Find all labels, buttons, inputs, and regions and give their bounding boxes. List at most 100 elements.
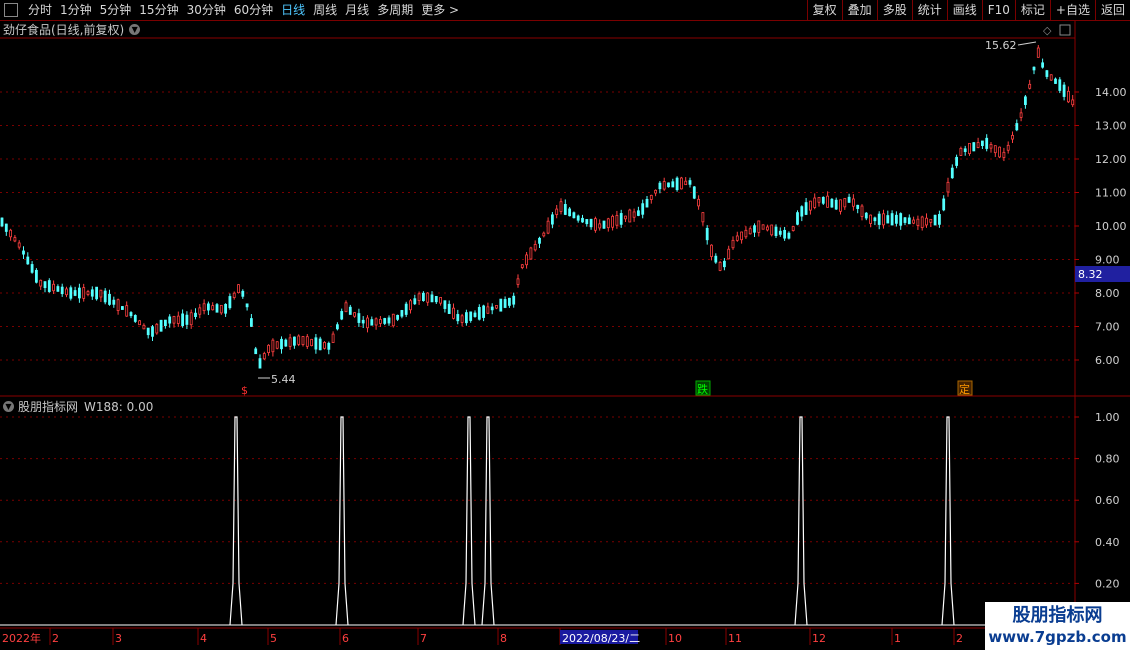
candle-body <box>1015 123 1019 131</box>
candle-body <box>159 319 163 332</box>
candle-body <box>348 306 352 315</box>
candle-body <box>30 264 34 273</box>
candle-body <box>998 146 1001 158</box>
candle-body <box>645 198 649 208</box>
toolbar-button-7[interactable]: +自选 <box>1049 0 1095 20</box>
candle-body <box>520 264 524 268</box>
candle-body <box>503 299 507 308</box>
tab-period-5[interactable]: 60分钟 <box>230 0 277 20</box>
toolbar-button-6[interactable]: 标记 <box>1014 0 1050 20</box>
indicator-tick: 0.80 <box>1095 453 1120 466</box>
tab-period-3[interactable]: 15分钟 <box>135 0 182 20</box>
toolbar-button-1[interactable]: 叠加 <box>841 0 877 20</box>
price-tick: 8.00 <box>1095 287 1120 300</box>
candle-body <box>215 304 219 313</box>
watermark-url: www.7gpzb.com <box>988 628 1127 646</box>
tab-period-1[interactable]: 1分钟 <box>56 0 96 20</box>
candle-body <box>533 244 537 251</box>
chevron-down-icon[interactable]: ▼ <box>129 24 141 35</box>
candle-body <box>770 224 774 236</box>
price-tick: 6.00 <box>1095 354 1120 367</box>
candle-body <box>766 226 769 231</box>
candle-body <box>323 342 326 349</box>
tab-period-2[interactable]: 5分钟 <box>96 0 136 20</box>
candle-body <box>555 208 559 215</box>
toolbar-button-3[interactable]: 统计 <box>911 0 947 20</box>
toolbar-button-8[interactable]: 返回 <box>1094 0 1130 20</box>
candle-body <box>860 205 864 217</box>
tab-period-0[interactable]: 分时 <box>24 0 56 20</box>
candle-body <box>920 216 924 228</box>
candle-body <box>353 312 357 317</box>
toolbar-button-2[interactable]: 多股 <box>876 0 912 20</box>
candle-body <box>942 198 946 211</box>
marker-dollar: $ <box>241 384 248 397</box>
indicator-spike <box>229 416 243 626</box>
tab-period-4[interactable]: 30分钟 <box>183 0 230 20</box>
candle-body <box>667 182 670 188</box>
window-icon[interactable] <box>4 3 18 17</box>
candle-body <box>146 327 150 336</box>
candle-body <box>464 312 468 324</box>
candle-body <box>525 254 528 266</box>
candle-body <box>78 287 81 299</box>
candle-body <box>869 214 872 224</box>
toolbar-button-4[interactable]: 画线 <box>946 0 982 20</box>
candle-body <box>271 339 275 353</box>
candle-body <box>654 189 657 194</box>
tab-period-10[interactable]: 更多 > <box>417 0 463 20</box>
candle-body <box>637 210 640 216</box>
candle-body <box>606 218 610 229</box>
candle-body <box>361 319 365 324</box>
candle-body <box>671 181 675 188</box>
tab-period-6[interactable]: 日线 <box>277 0 309 20</box>
panel-toggle-icon[interactable] <box>1059 24 1071 36</box>
candle-body <box>903 217 907 223</box>
candle-body <box>972 142 976 152</box>
candle-body <box>22 250 25 255</box>
toolbar-button-5[interactable]: F10 <box>981 0 1015 20</box>
tab-period-9[interactable]: 多周期 <box>373 0 417 20</box>
candle-body <box>202 303 206 312</box>
candle-body <box>800 206 804 217</box>
candle-body <box>731 239 735 249</box>
candle-body <box>873 217 877 222</box>
candle-body <box>35 269 38 283</box>
candle-body <box>572 212 576 219</box>
tab-period-8[interactable]: 月线 <box>341 0 373 20</box>
candle-body <box>185 314 189 325</box>
candle-body <box>9 229 13 238</box>
candle-body <box>95 286 98 300</box>
candle-body <box>912 219 915 224</box>
candle-body <box>121 306 124 310</box>
candle-body <box>434 296 438 303</box>
candle-body <box>284 339 288 347</box>
candle-body <box>727 248 731 260</box>
price-tick: 13.00 <box>1095 120 1127 133</box>
candle-body <box>985 137 989 149</box>
candle-body <box>409 300 412 311</box>
candle-body <box>391 313 395 327</box>
candle-body <box>125 305 129 317</box>
tab-period-7[interactable]: 周线 <box>309 0 341 20</box>
candle-body <box>723 260 726 268</box>
chevron-down-icon[interactable]: ▼ <box>3 401 14 412</box>
candle-body <box>378 319 382 324</box>
candle-body <box>198 307 202 315</box>
candle-body <box>576 215 580 221</box>
diamond-icon[interactable]: ◇ <box>1043 24 1052 37</box>
candle-body <box>662 181 666 190</box>
candle-body <box>684 180 688 186</box>
candle-body <box>267 344 271 353</box>
date-label: 2 <box>52 632 59 645</box>
candle-body <box>232 292 236 298</box>
candle-body <box>482 305 486 318</box>
price-tick: 9.00 <box>1095 254 1120 267</box>
candle-body <box>830 198 834 208</box>
candle-body <box>241 290 245 297</box>
candle-body <box>641 203 645 215</box>
candle-body <box>249 318 253 327</box>
candle-body <box>516 278 520 285</box>
toolbar-button-0[interactable]: 复权 <box>806 0 842 20</box>
candle-body <box>864 212 868 219</box>
